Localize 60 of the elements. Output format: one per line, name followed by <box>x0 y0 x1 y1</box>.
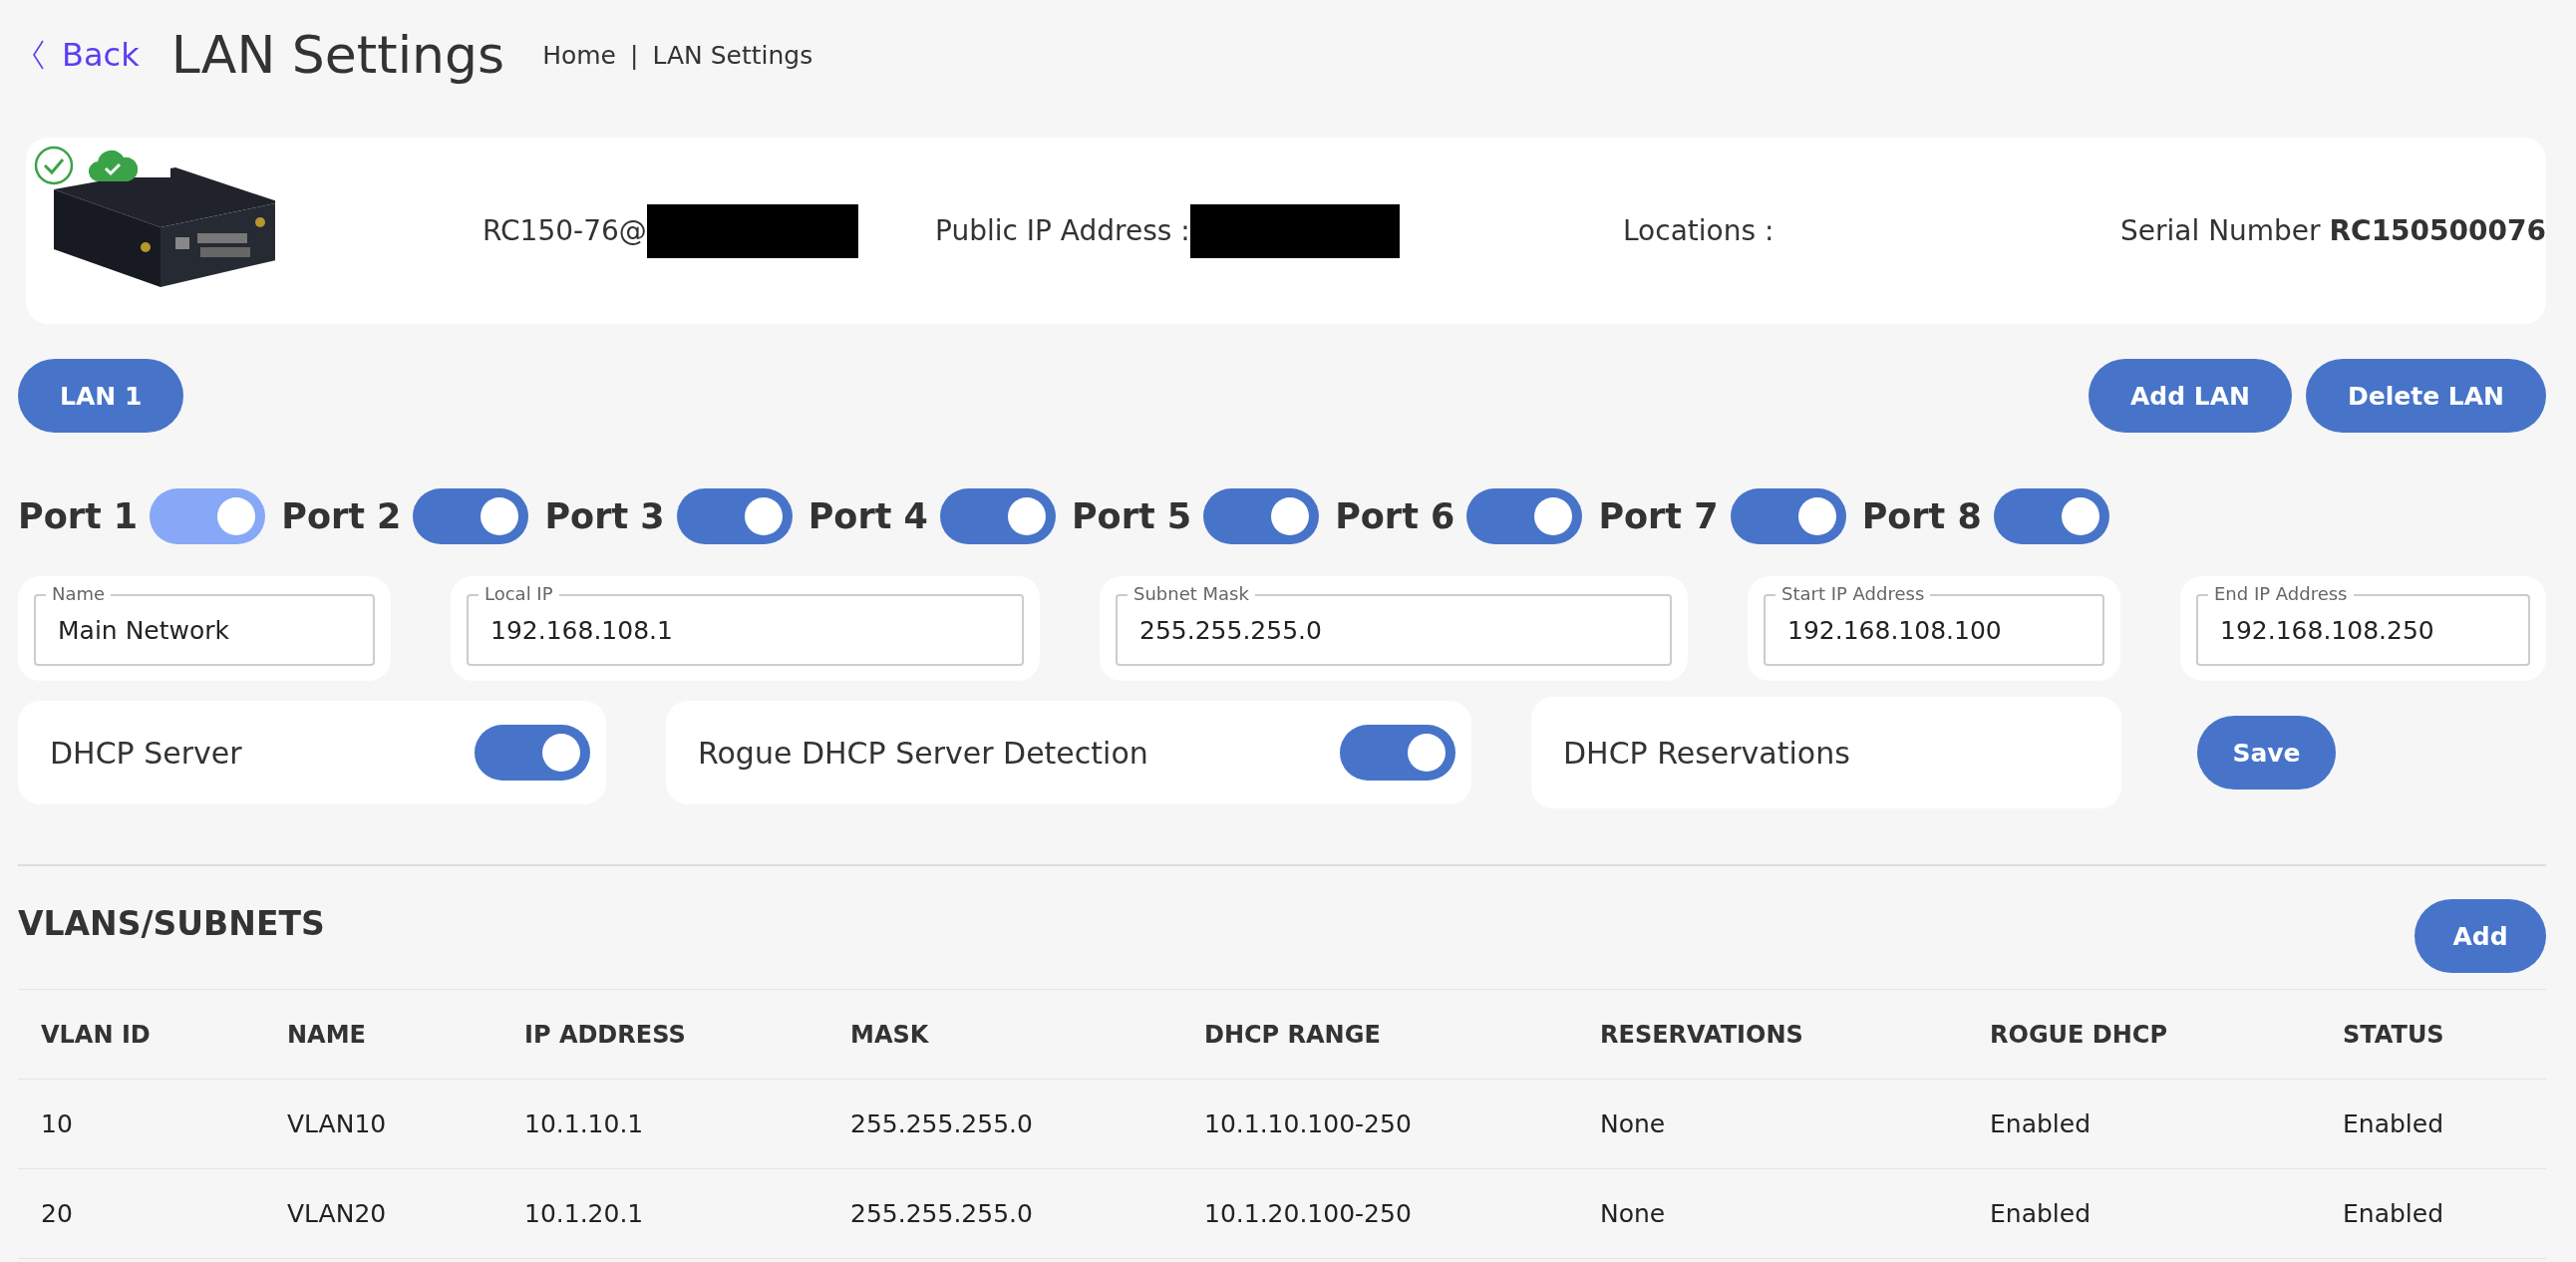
column-header: RESERVATIONS <box>1600 1020 1804 1049</box>
port-label: Port 5 <box>1071 496 1192 536</box>
table-cell-text: 255.255.255.0 <box>850 1109 1034 1138</box>
column-header: NAME <box>287 1020 367 1049</box>
public-ip-label: Public IP Address : <box>935 214 1190 247</box>
port-toggle[interactable] <box>939 488 1056 544</box>
table-cell-text: 10.1.20.100-250 <box>1204 1199 1413 1228</box>
table-cell-text: Enabled <box>1990 1109 2093 1138</box>
port-label: Port 3 <box>544 496 665 536</box>
back-link[interactable]: Back <box>32 36 140 74</box>
port-toggle[interactable] <box>676 488 793 544</box>
column-header: MASK <box>850 1020 930 1049</box>
device-name: RC150-76@ <box>483 214 647 247</box>
locations-label: Locations : <box>1623 214 1774 247</box>
table-cell-text: 10.1.20.1 <box>524 1199 645 1228</box>
port-toggle[interactable] <box>1730 488 1846 544</box>
add-lan-button[interactable]: Add LAN <box>2088 359 2292 433</box>
port-label: Port 7 <box>1598 496 1719 536</box>
delete-lan-button[interactable]: Delete LAN <box>2305 359 2546 433</box>
table-cell-text: None <box>1600 1109 1667 1138</box>
page-title: LAN Settings <box>170 25 505 85</box>
add-button[interactable]: Add <box>2415 899 2546 973</box>
breadcrumb-item[interactable]: Home <box>542 40 616 70</box>
dhcp-reservations-card[interactable]: DHCP Reservations <box>1531 697 2121 808</box>
table-cell-text: 10.1.10.100-250 <box>1204 1109 1413 1138</box>
serial-number: Serial Number RC150500076 <box>2120 214 2546 247</box>
port-label: Port 4 <box>807 496 928 536</box>
table-cell-text: 10.1.10.1 <box>524 1109 645 1138</box>
column-header: ROGUE DHCP <box>1990 1020 2169 1049</box>
setting-label: Rogue DHCP Server Detection <box>698 735 1148 771</box>
save-button[interactable]: Save <box>2197 716 2336 789</box>
lan-tab[interactable]: LAN 1 <box>18 359 184 433</box>
port-label: Port 2 <box>281 496 402 536</box>
column-header: DHCP RANGE <box>1204 1020 1382 1049</box>
column-header: STATUS <box>2343 1020 2445 1049</box>
table-cell-text: Enabled <box>2343 1199 2445 1228</box>
port-toggle[interactable] <box>1993 488 2109 544</box>
port-label: Port 8 <box>1861 496 1982 536</box>
table-cell-text: VLAN20 <box>287 1199 388 1228</box>
port-toggle[interactable] <box>413 488 529 544</box>
table-cell-text: 20 <box>41 1199 74 1228</box>
setting-label: DHCP Server <box>50 735 242 771</box>
column-header: IP ADDRESS <box>524 1020 687 1049</box>
table-cell-text: Enabled <box>2343 1109 2445 1138</box>
table-cell-text: 10 <box>41 1109 74 1138</box>
chevron-left-icon <box>32 40 44 70</box>
section-title: VLANS/SUBNETS <box>18 903 325 943</box>
port-toggle[interactable] <box>1203 488 1320 544</box>
breadcrumb-separator: | <box>629 40 639 70</box>
setting-toggle[interactable] <box>475 725 590 781</box>
port-toggle[interactable] <box>1466 488 1583 544</box>
setting-toggle[interactable] <box>1340 725 1455 781</box>
breadcrumb-item: LAN Settings <box>652 40 813 70</box>
port-label: Port 1 <box>18 496 139 536</box>
column-header: VLAN ID <box>41 1020 152 1049</box>
port-label: Port 6 <box>1335 496 1455 536</box>
table-cell-text: Enabled <box>1990 1199 2093 1228</box>
table-cell-text: 255.255.255.0 <box>850 1199 1034 1228</box>
table-cell-text: None <box>1600 1199 1667 1228</box>
table-cell-text: VLAN10 <box>287 1109 388 1138</box>
